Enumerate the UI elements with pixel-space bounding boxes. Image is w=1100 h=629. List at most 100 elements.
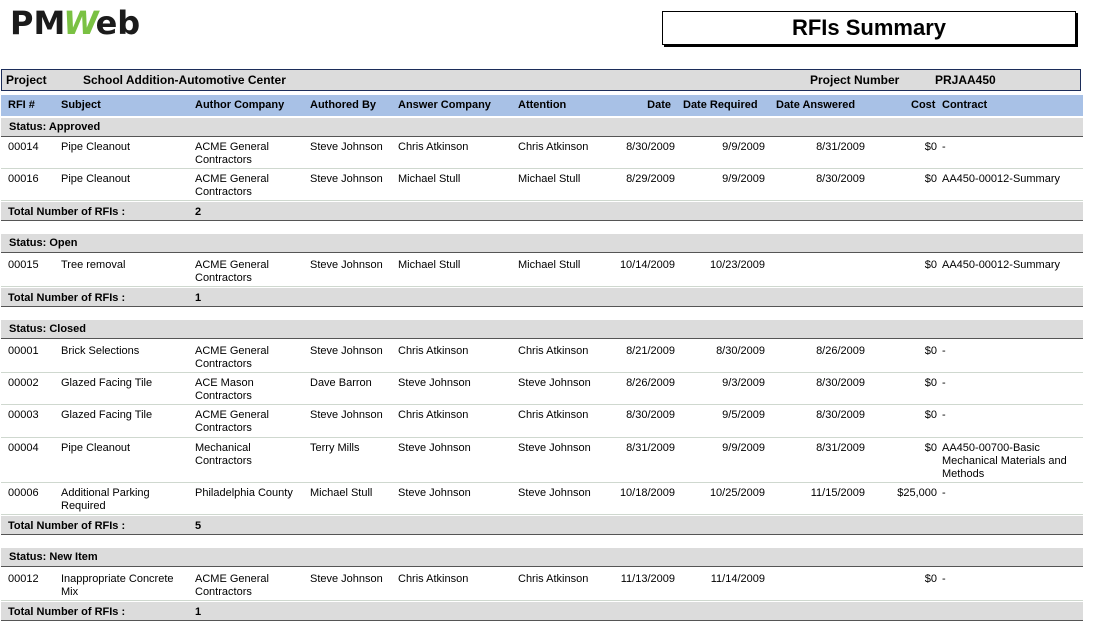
cell-attention: Chris Atkinson [518,409,589,421]
project-label: Project [6,73,47,87]
cell-attention: Steve Johnson [518,487,591,499]
status-label: Status: Closed [9,323,87,335]
cell-date-required: 8/30/2009 [716,345,765,357]
status-header-new-item: Status: New Item [1,548,1083,567]
cell-date-required: 9/9/2009 [722,442,765,454]
cell-rfi: 00004 [8,442,39,454]
total-label: Total Number of RFIs : [8,206,126,218]
cell-author-company: ACE Mason Contractors [195,377,254,402]
status-label: Status: Open [9,237,78,249]
cell-contract: - [942,573,946,585]
cell-subject: Pipe Cleanout [61,173,131,185]
cell-subject: Tree removal [61,259,126,271]
cell-author-company: ACME General Contractors [195,345,269,370]
col-rfi: RFI # [8,99,35,111]
cell-cost: $0 [924,141,937,153]
table-row: 00001 Brick Selections ACME General Cont… [1,341,1083,373]
column-header-row: RFI # Subject Author Company Authored By… [1,95,1083,116]
cell-authored-by: Steve Johnson [310,173,383,185]
cell-subject: Pipe Cleanout [61,442,131,454]
project-number-value: PRJAA450 [935,73,996,87]
cell-attention: Michael Stull [518,259,581,271]
cell-date-required: 9/3/2009 [722,377,765,389]
cell-date-answered: 8/31/2009 [816,141,865,153]
cell-contract: - [942,377,946,389]
cell-rfi: 00003 [8,409,39,421]
cell-contract: AA450-00700-Basic Mechanical Materials a… [942,442,1067,480]
cell-attention: Chris Atkinson [518,141,589,153]
col-authored-by: Authored By [310,99,376,111]
cell-date-answered: 11/15/2009 [810,487,865,499]
table-row: 00004 Pipe Cleanout Mechanical Contracto… [1,438,1083,483]
report-title: RFIs Summary [662,11,1076,45]
total-row-open: Total Number of RFIs : 1 [1,288,1083,307]
table-row: 00006 Additional Parking Required Philad… [1,483,1083,515]
cell-date: 8/30/2009 [626,141,675,153]
cell-author-company: Philadelphia County [195,487,293,499]
project-bar: Project School Addition-Automotive Cente… [1,69,1081,91]
cell-date-required: 9/5/2009 [722,409,765,421]
col-date: Date [647,99,671,111]
col-subject: Subject [61,99,101,111]
cell-cost: $0 [924,345,937,357]
total-count: 2 [195,206,202,218]
cell-rfi: 00016 [8,173,39,185]
cell-attention: Michael Stull [518,173,581,185]
cell-date-required: 10/25/2009 [709,487,765,499]
total-count: 5 [195,520,202,532]
cell-rfi: 00012 [8,573,39,585]
cell-answer-company: Chris Atkinson [398,573,469,585]
cell-cost: $0 [924,377,937,389]
project-value: School Addition-Automotive Center [83,73,286,87]
table-row: 00015 Tree removal ACME General Contract… [1,255,1083,287]
total-count: 1 [195,606,202,618]
cell-attention: Chris Atkinson [518,345,589,357]
cell-date-required: 11/14/2009 [710,573,765,585]
pmweb-logo: PM Web [10,6,140,40]
cell-subject: Brick Selections [61,345,140,357]
cell-rfi: 00015 [8,259,39,271]
cell-subject: Inappropriate Concrete Mix [61,573,174,598]
cell-subject: Additional Parking Required [61,487,150,512]
cell-date-answered: 8/31/2009 [816,442,865,454]
cell-attention: Steve Johnson [518,442,591,454]
cell-date: 8/31/2009 [626,442,675,454]
cell-author-company: ACME General Contractors [195,573,269,598]
cell-date: 8/26/2009 [626,377,675,389]
status-label: Status: New Item [9,551,98,563]
col-attention: Attention [518,99,567,111]
total-row-closed: Total Number of RFIs : 5 [1,516,1083,535]
cell-date-required: 10/23/2009 [709,259,765,271]
cell-author-company: ACME General Contractors [195,409,269,434]
cell-authored-by: Steve Johnson [310,345,383,357]
cell-subject: Glazed Facing Tile [61,377,153,389]
cell-rfi: 00014 [8,141,39,153]
cell-contract: - [942,141,946,153]
cell-date-answered: 8/30/2009 [816,409,865,421]
cell-author-company: ACME General Contractors [195,259,269,284]
cell-cost: $0 [924,442,937,454]
col-date-answered: Date Answered [776,99,856,111]
cell-authored-by: Steve Johnson [310,573,383,585]
total-row-new-item: Total Number of RFIs : 1 [1,602,1083,621]
cell-answer-company: Chris Atkinson [398,141,469,153]
total-label: Total Number of RFIs : [8,520,126,532]
status-label: Status: Approved [9,121,101,133]
cell-cost: $0 [924,573,937,585]
col-cost: Cost [911,99,936,111]
cell-answer-company: Steve Johnson [398,442,471,454]
cell-author-company: ACME General Contractors [195,173,269,198]
logo-text-pm: PM [10,4,66,42]
table-row: 00012 Inappropriate Concrete Mix ACME Ge… [1,569,1083,601]
cell-authored-by: Dave Barron [310,377,372,389]
cell-date: 10/14/2009 [619,259,675,271]
cell-authored-by: Michael Stull [310,487,373,499]
cell-answer-company: Chris Atkinson [398,345,469,357]
col-contract: Contract [942,99,988,111]
total-row-approved: Total Number of RFIs : 2 [1,202,1083,221]
table-row: 00014 Pipe Cleanout ACME General Contrac… [1,137,1083,169]
cell-date: 8/30/2009 [626,409,675,421]
cell-date-answered: 8/30/2009 [816,173,865,185]
cell-authored-by: Steve Johnson [310,259,383,271]
cell-date: 8/29/2009 [626,173,675,185]
